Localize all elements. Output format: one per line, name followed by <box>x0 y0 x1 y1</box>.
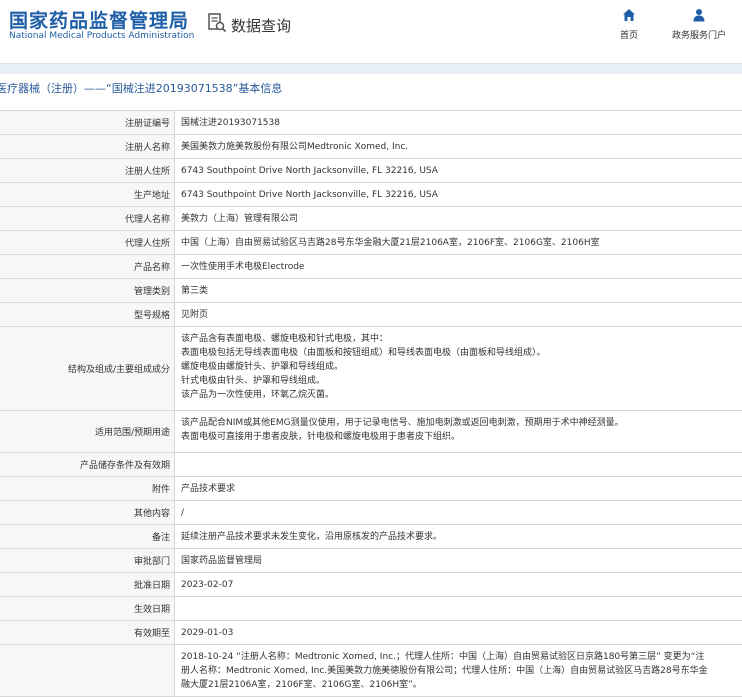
row-value-line: 表面电极可直接用于患者皮肤，针电极和螺旋电极用于患者皮下组织。 <box>181 432 461 442</box>
row-label: 生效日期 <box>0 597 175 620</box>
nav-home[interactable]: 首页 <box>620 8 638 41</box>
document-search-icon <box>207 13 227 37</box>
row-label: 产品名称 <box>0 255 175 278</box>
row-value: 产品技术要求 <box>181 483 236 494</box>
row-value <box>175 597 742 620</box>
row-value: 第三类 <box>181 285 209 296</box>
row-value: / <box>181 507 185 518</box>
row-value: 2018-10-24 “注册人名称：Medtronic Xomed, Inc.；… <box>175 645 742 696</box>
row-value-line: 该产品配合NIM或其他EMG测量仪使用，用于记录电信号、施加电刺激或返回电刺激，… <box>181 418 624 428</box>
home-icon <box>620 8 638 25</box>
row-value: 该产品含有表面电极、螺旋电极和针式电极，其中： 表面电极包括无导线表面电极（由面板… <box>175 327 742 410</box>
table-row: 备注 延续注册产品技术要求未发生变化，沿用原核发的产品技术要求。 <box>0 525 742 549</box>
table-row: 适用范围/预期用途 该产品配合NIM或其他EMG测量仪使用，用于记录电信号、施加电… <box>0 411 742 453</box>
nav-service-portal[interactable]: 政务服务门户 <box>672 8 726 41</box>
row-label: 生产地址 <box>0 183 175 206</box>
row-value: 中国（上海）自由贸易试验区马吉路28号东华金融大厦21层2106A室，2106F… <box>181 237 600 248</box>
row-label: 代理人住所 <box>0 231 175 254</box>
row-value: 2023-02-07 <box>181 579 234 590</box>
row-label: 适用范围/预期用途 <box>0 411 175 452</box>
table-row: 代理人名称 美敦力（上海）管理有限公司 <box>0 207 742 231</box>
site-header: 国家药品监督管理局 National Medical Products Admi… <box>0 0 742 62</box>
row-label: 其他内容 <box>0 501 175 524</box>
table-row: 审批部门 国家药品监督管理局 <box>0 549 742 573</box>
row-value-line: 2018-10-24 “注册人名称：Medtronic Xomed, Inc.；… <box>181 652 705 662</box>
nav-service-portal-label: 政务服务门户 <box>672 31 727 41</box>
table-row: 批准日期 2023-02-07 <box>0 573 742 597</box>
row-value: 延续注册产品技术要求未发生变化，沿用原核发的产品技术要求。 <box>181 531 443 542</box>
row-value: 一次性使用手术电极Electrode <box>181 261 305 272</box>
row-label: 注册人名称 <box>0 135 175 158</box>
table-row: 注册人住所 6743 Southpoint Drive North Jackson… <box>0 159 742 183</box>
data-query-link[interactable]: 数据查询 <box>207 13 291 37</box>
row-value: 国械注进20193071538 <box>181 117 280 128</box>
table-row: 生产地址 6743 Southpoint Drive North Jacksonv… <box>0 183 742 207</box>
row-value: 该产品配合NIM或其他EMG测量仪使用，用于记录电信号、施加电刺激或返回电刺激，… <box>175 411 742 452</box>
site-logo-subtitle: National Medical Products Administration <box>9 31 195 41</box>
row-value-line: 融大厦21层2106A室，2106F室、2106G室、2106H室”。 <box>181 680 422 690</box>
table-row: 型号规格 见附页 <box>0 303 742 327</box>
row-label: 批准日期 <box>0 573 175 596</box>
table-row: 有效期至 2029-01-03 <box>0 621 742 645</box>
row-value: 6743 Southpoint Drive North Jacksonville… <box>181 189 438 200</box>
table-row: 其他内容 / <box>0 501 742 525</box>
site-logo-title[interactable]: 国家药品监督管理局 <box>9 6 189 33</box>
table-row: 产品储存条件及有效期 <box>0 453 742 477</box>
row-value <box>175 453 742 476</box>
row-value-line: 该产品含有表面电极、螺旋电极和针式电极，其中： <box>181 334 389 344</box>
row-value-line: 册人名称：Medtronic Xomed, Inc.美国美敦力施美德股份有限公司… <box>181 666 708 676</box>
table-row: 注册证编号 国械注进20193071538 <box>0 111 742 135</box>
row-value: 国家药品监督管理局 <box>181 555 263 566</box>
table-row: 产品名称 一次性使用手术电极Electrode <box>0 255 742 279</box>
row-value-line: 针式电极由针头、护罩和导线组成。 <box>181 376 326 386</box>
data-query-label: 数据查询 <box>231 16 292 35</box>
header-divider-bar <box>0 63 742 74</box>
row-value: 美敦力（上海）管理有限公司 <box>181 213 299 224</box>
info-table: 注册证编号 国械注进20193071538 注册人名称 美国美敦力施美敦股份有限公司M… <box>0 110 742 697</box>
row-value: 美国美敦力施美敦股份有限公司Medtronic Xomed, Inc. <box>181 141 409 152</box>
nav-home-label: 首页 <box>620 31 639 41</box>
row-value-line: 该产品为一次性使用，环氧乙烷灭菌。 <box>181 390 335 400</box>
row-label: 结构及组成/主要组成成分 <box>0 327 175 410</box>
row-label: 代理人名称 <box>0 207 175 230</box>
table-row: 结构及组成/主要组成成分 该产品含有表面电极、螺旋电极和针式电极，其中： 表面电极包… <box>0 327 742 411</box>
row-value: 2029-01-03 <box>181 627 234 638</box>
row-value-line: 表面电极包括无导线表面电极（由面板和按钮组成）和导线表面电极（由面板和导线组成）… <box>181 348 546 358</box>
page-title: 医疗器械（注册）——“国械注进20193071538”基本信息 <box>0 82 283 95</box>
row-label <box>0 645 175 696</box>
row-label: 产品储存条件及有效期 <box>0 453 175 476</box>
row-label: 管理类别 <box>0 279 175 302</box>
table-row: 代理人住所 中国（上海）自由贸易试验区马吉路28号东华金融大厦21层2106A室，… <box>0 231 742 255</box>
row-label: 有效期至 <box>0 621 175 644</box>
table-row: 附件 产品技术要求 <box>0 477 742 501</box>
table-row: 注册人名称 美国美敦力施美敦股份有限公司Medtronic Xomed, Inc. <box>0 135 742 159</box>
row-label: 注册人住所 <box>0 159 175 182</box>
row-value-line: 螺旋电极由螺旋针头、护罩和导线组成。 <box>181 362 344 372</box>
table-row: 2018-10-24 “注册人名称：Medtronic Xomed, Inc.；… <box>0 645 742 697</box>
table-row: 生效日期 <box>0 597 742 621</box>
row-label: 备注 <box>0 525 175 548</box>
row-label: 附件 <box>0 477 175 500</box>
user-icon <box>672 8 726 25</box>
table-row: 管理类别 第三类 <box>0 279 742 303</box>
row-value: 6743 Southpoint Drive North Jacksonville… <box>181 165 438 176</box>
row-label: 审批部门 <box>0 549 175 572</box>
row-value: 见附页 <box>181 309 209 320</box>
row-label: 注册证编号 <box>0 111 175 134</box>
row-label: 型号规格 <box>0 303 175 326</box>
